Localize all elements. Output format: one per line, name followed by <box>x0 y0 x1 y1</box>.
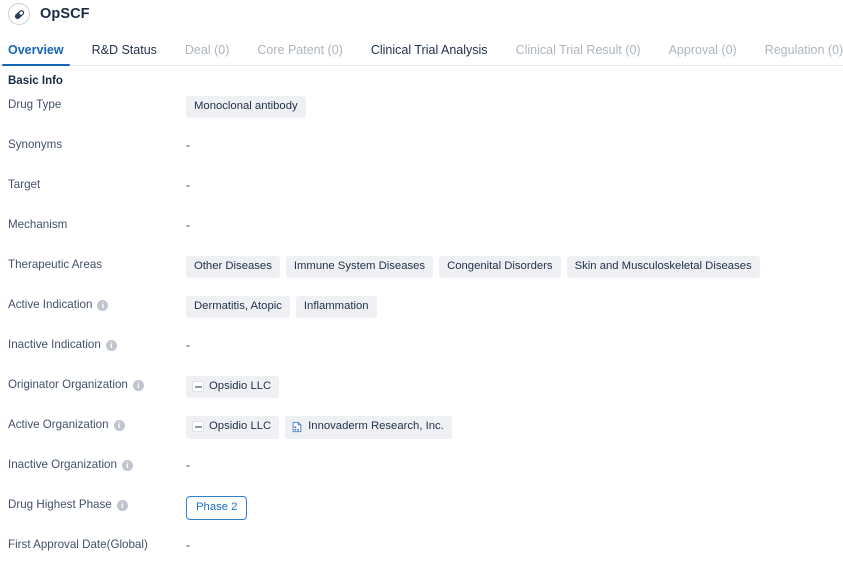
row-label: Therapeutic Areas <box>8 253 186 272</box>
page-header: OpSCF <box>0 0 843 28</box>
row-label: Inactive Organization i <box>8 453 186 472</box>
row-label: Mechanism <box>8 213 186 232</box>
info-icon[interactable]: i <box>116 499 128 511</box>
row-value: - <box>186 453 843 474</box>
tab-rd-status[interactable]: R&D Status <box>78 43 171 66</box>
tab-approval[interactable]: Approval (0) <box>655 43 751 66</box>
row-label: Active Indication i <box>8 293 186 312</box>
row-value: Monoclonal antibody <box>186 93 843 119</box>
row-therapeutic-areas: Therapeutic Areas Other Diseases Immune … <box>0 253 843 293</box>
row-label-text: Inactive Organization <box>8 458 117 471</box>
tag-organization[interactable]: Innovaderm Research, Inc. <box>285 416 452 439</box>
info-icon[interactable]: i <box>105 339 117 351</box>
row-label: Inactive Indication i <box>8 333 186 352</box>
basic-info-rows: Drug Type Monoclonal antibody Synonyms -… <box>0 87 843 573</box>
tab-core-patent[interactable]: Core Patent (0) <box>243 43 356 66</box>
row-drug-type: Drug Type Monoclonal antibody <box>0 93 843 133</box>
row-synonyms: Synonyms - <box>0 133 843 173</box>
row-drug-highest-phase: Drug Highest Phase i Phase 2 <box>0 493 843 533</box>
row-value: Dermatitis, Atopic Inflammation <box>186 293 843 319</box>
row-value: Opsidio LLC Innovaderm Research, Inc. <box>186 413 843 439</box>
row-label: First Approval Date(Global) <box>8 533 186 552</box>
row-label-text: Drug Highest Phase <box>8 498 112 511</box>
empty-value: - <box>186 458 190 472</box>
tag-therapeutic-area: Immune System Diseases <box>285 256 434 279</box>
tag-organization[interactable]: Opsidio LLC <box>186 416 280 439</box>
tag-therapeutic-area: Skin and Musculoskeletal Diseases <box>566 256 760 279</box>
row-label-text: Originator Organization <box>8 378 128 391</box>
row-label: Drug Highest Phase i <box>8 493 186 512</box>
tag-active-indication: Inflammation <box>295 296 377 319</box>
tag-organization[interactable]: Opsidio LLC <box>186 376 280 399</box>
tab-bar: Overview R&D Status Deal (0) Core Patent… <box>0 34 843 66</box>
row-label-text: Therapeutic Areas <box>8 258 103 271</box>
row-label-text: Active Indication <box>8 298 93 311</box>
tag-organization-label: Innovaderm Research, Inc. <box>308 420 444 433</box>
row-originator-organization: Originator Organization i Opsidio LLC <box>0 373 843 413</box>
company-logo-placeholder-icon <box>192 381 204 393</box>
capsule-pill-icon <box>8 3 30 25</box>
row-value: - <box>186 213 843 234</box>
section-title-basic-info: Basic Info <box>8 75 63 87</box>
tab-regulation[interactable]: Regulation (0) <box>751 43 843 66</box>
row-value: - <box>186 173 843 194</box>
row-active-organization: Active Organization i Opsidio LLC Innova… <box>0 413 843 453</box>
company-building-icon <box>292 421 302 433</box>
row-label-text: Active Organization <box>8 418 109 431</box>
empty-value: - <box>186 338 190 352</box>
tag-therapeutic-area: Congenital Disorders <box>439 256 561 279</box>
row-value: Phase 2 <box>186 493 843 521</box>
row-first-approval-date-global: First Approval Date(Global) - <box>0 533 843 573</box>
row-label: Active Organization i <box>8 413 186 432</box>
company-logo-placeholder-icon <box>192 421 204 433</box>
row-label: Synonyms <box>8 133 186 152</box>
row-label-text: Drug Type <box>8 98 62 111</box>
tag-therapeutic-area: Other Diseases <box>186 256 280 279</box>
row-target: Target - <box>0 173 843 213</box>
row-value: - <box>186 333 843 354</box>
row-value: - <box>186 133 843 154</box>
info-icon[interactable]: i <box>132 379 144 391</box>
empty-value: - <box>186 178 190 192</box>
tab-clinical-trial-analysis[interactable]: Clinical Trial Analysis <box>357 43 502 66</box>
row-label-text: Target <box>8 178 41 191</box>
tag-organization-label: Opsidio LLC <box>209 380 272 392</box>
row-value: Opsidio LLC <box>186 373 843 399</box>
info-icon[interactable]: i <box>97 299 109 311</box>
info-icon[interactable]: i <box>113 419 125 431</box>
tab-overview[interactable]: Overview <box>0 43 78 66</box>
status-badge-phase[interactable]: Phase 2 <box>186 496 248 521</box>
empty-value: - <box>186 538 190 552</box>
row-inactive-organization: Inactive Organization i - <box>0 453 843 493</box>
row-label: Target <box>8 173 186 192</box>
tag-drug-type: Monoclonal antibody <box>186 96 306 119</box>
tag-organization-label: Opsidio LLC <box>209 420 272 433</box>
tag-active-indication: Dermatitis, Atopic <box>186 296 290 319</box>
page-title: OpSCF <box>40 6 90 22</box>
row-value: - <box>186 533 843 554</box>
row-value: Other Diseases Immune System Diseases Co… <box>186 253 843 279</box>
row-label: Originator Organization i <box>8 373 186 392</box>
empty-value: - <box>186 138 190 152</box>
row-active-indication: Active Indication i Dermatitis, Atopic I… <box>0 293 843 333</box>
tab-clinical-trial-result[interactable]: Clinical Trial Result (0) <box>502 43 655 66</box>
row-label-text: Mechanism <box>8 218 68 231</box>
row-label-text: Synonyms <box>8 138 63 151</box>
row-inactive-indication: Inactive Indication i - <box>0 333 843 373</box>
row-mechanism: Mechanism - <box>0 213 843 253</box>
row-label: Drug Type <box>8 93 186 112</box>
row-label-text: Inactive Indication <box>8 338 101 351</box>
info-icon[interactable]: i <box>121 459 133 471</box>
row-label-text: First Approval Date(Global) <box>8 538 148 551</box>
empty-value: - <box>186 218 190 232</box>
tab-deal[interactable]: Deal (0) <box>171 43 243 66</box>
